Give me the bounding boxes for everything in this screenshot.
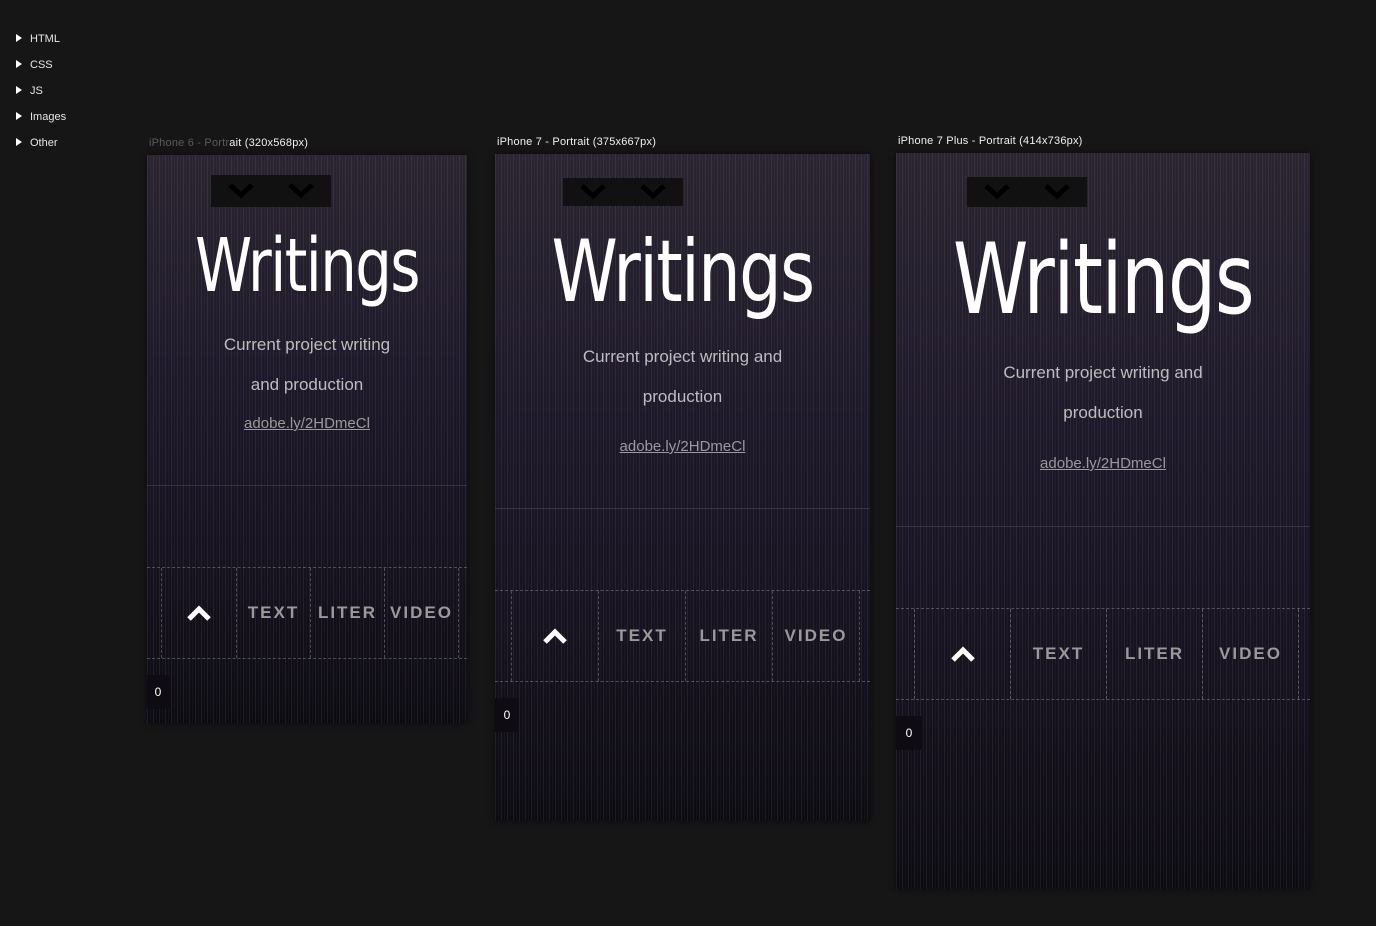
chevron-down-icon[interactable] <box>580 184 606 200</box>
bottom-nav: TEXT LITER VIDEO <box>495 590 870 682</box>
device-label-faded: iPhone 6 - Portr <box>149 137 230 149</box>
subtitle-line: Current project writing and <box>582 347 783 366</box>
page-subtitle: Current project writing and production <box>495 337 870 417</box>
device-screen-iphone7plus: Writings Current project writing and pro… <box>896 153 1310 889</box>
project-link[interactable]: adobe.ly/2HDmeCl <box>495 438 870 455</box>
device-label-text: iPhone 7 - Portrait (375x667px) <box>497 136 657 148</box>
chevron-down-icon[interactable] <box>228 183 254 199</box>
subtitle-line: Current project writing and <box>1003 363 1203 382</box>
chevron-down-icon[interactable] <box>288 183 314 199</box>
page-subtitle: Current project writing and production <box>896 353 1310 433</box>
expand-triangle-icon[interactable] <box>16 60 22 68</box>
tree-item-label: HTML <box>30 33 60 45</box>
expand-triangle-icon[interactable] <box>16 34 22 42</box>
project-link[interactable]: adobe.ly/2HDmeCl <box>147 415 467 432</box>
chevron-up-icon <box>187 605 211 621</box>
chevron-down-icon[interactable] <box>640 184 666 200</box>
subtitle-line: and production <box>250 375 364 394</box>
expand-triangle-icon[interactable] <box>16 112 22 120</box>
page-subtitle: Current project writing and production <box>147 325 467 405</box>
subtitle-line: Current project writing <box>223 335 391 354</box>
device-screen-iphone6: Writings Current project writing and pro… <box>147 155 467 723</box>
device-label-iphone7: iPhone 7 - Portrait (375x667px) <box>497 136 656 148</box>
page-title: Writings <box>551 222 815 322</box>
scroll-up-button[interactable] <box>161 568 236 658</box>
bottom-nav: TEXT LITER VIDEO <box>147 567 467 659</box>
nav-item-video[interactable]: VIDEO <box>384 568 459 658</box>
divider <box>495 508 870 509</box>
counter-badge: 0 <box>896 716 922 750</box>
counter-badge: 0 <box>495 698 519 732</box>
scroll-up-button[interactable] <box>511 591 598 681</box>
nav-item-text[interactable]: TEXT <box>236 568 310 658</box>
chevron-box[interactable] <box>211 175 331 207</box>
nav-item-liter[interactable]: LITER <box>1106 609 1202 699</box>
tree-item-js[interactable]: JS <box>16 78 66 104</box>
nav-item-liter[interactable]: LITER <box>685 591 772 681</box>
chevron-down-icon[interactable] <box>984 184 1010 200</box>
nav-item-text[interactable]: TEXT <box>1010 609 1106 699</box>
device-label-iphone7plus: iPhone 7 Plus - Portrait (414x736px) <box>898 135 1083 147</box>
tree-item-label: Images <box>30 111 67 123</box>
project-link[interactable]: adobe.ly/2HDmeCl <box>896 455 1310 472</box>
device-label-text: ait (320x568px) <box>229 137 309 149</box>
chevron-up-icon <box>543 628 567 644</box>
device-screen-iphone7: Writings Current project writing and pro… <box>495 154 870 821</box>
divider <box>147 485 467 486</box>
nav-item-text[interactable]: TEXT <box>598 591 685 681</box>
tree-item-images[interactable]: Images <box>16 104 66 130</box>
page-title: Writings <box>952 223 1255 337</box>
subtitle-line: production <box>1063 403 1143 422</box>
expand-triangle-icon[interactable] <box>16 138 22 146</box>
chevron-up-icon <box>950 646 975 662</box>
nav-item-video[interactable]: VIDEO <box>772 591 860 681</box>
scroll-up-button[interactable] <box>914 609 1010 699</box>
chevron-down-icon[interactable] <box>1044 184 1070 200</box>
tree-item-other[interactable]: Other <box>16 130 66 156</box>
device-label-text: iPhone 7 Plus - Portrait (414x736px) <box>898 135 1083 147</box>
nav-item-liter[interactable]: LITER <box>310 568 384 658</box>
nav-item-video[interactable]: VIDEO <box>1202 609 1299 699</box>
subtitle-line: production <box>642 387 723 406</box>
tree-item-label: CSS <box>30 59 53 71</box>
counter-badge: 0 <box>147 675 169 709</box>
file-tree: HTML CSS JS Images Other <box>16 26 66 156</box>
bottom-nav: TEXT LITER VIDEO <box>896 608 1310 700</box>
divider <box>896 526 1310 527</box>
chevron-box[interactable] <box>967 177 1087 207</box>
tree-item-html[interactable]: HTML <box>16 26 66 52</box>
tree-item-label: Other <box>30 137 58 149</box>
page-title: Writings <box>195 223 420 309</box>
expand-triangle-icon[interactable] <box>16 86 22 94</box>
chevron-box[interactable] <box>563 178 683 206</box>
device-label-iphone6: iPhone 6 - Portrait (320x568px) <box>149 137 308 149</box>
tree-item-css[interactable]: CSS <box>16 52 66 78</box>
tree-item-label: JS <box>30 85 43 97</box>
